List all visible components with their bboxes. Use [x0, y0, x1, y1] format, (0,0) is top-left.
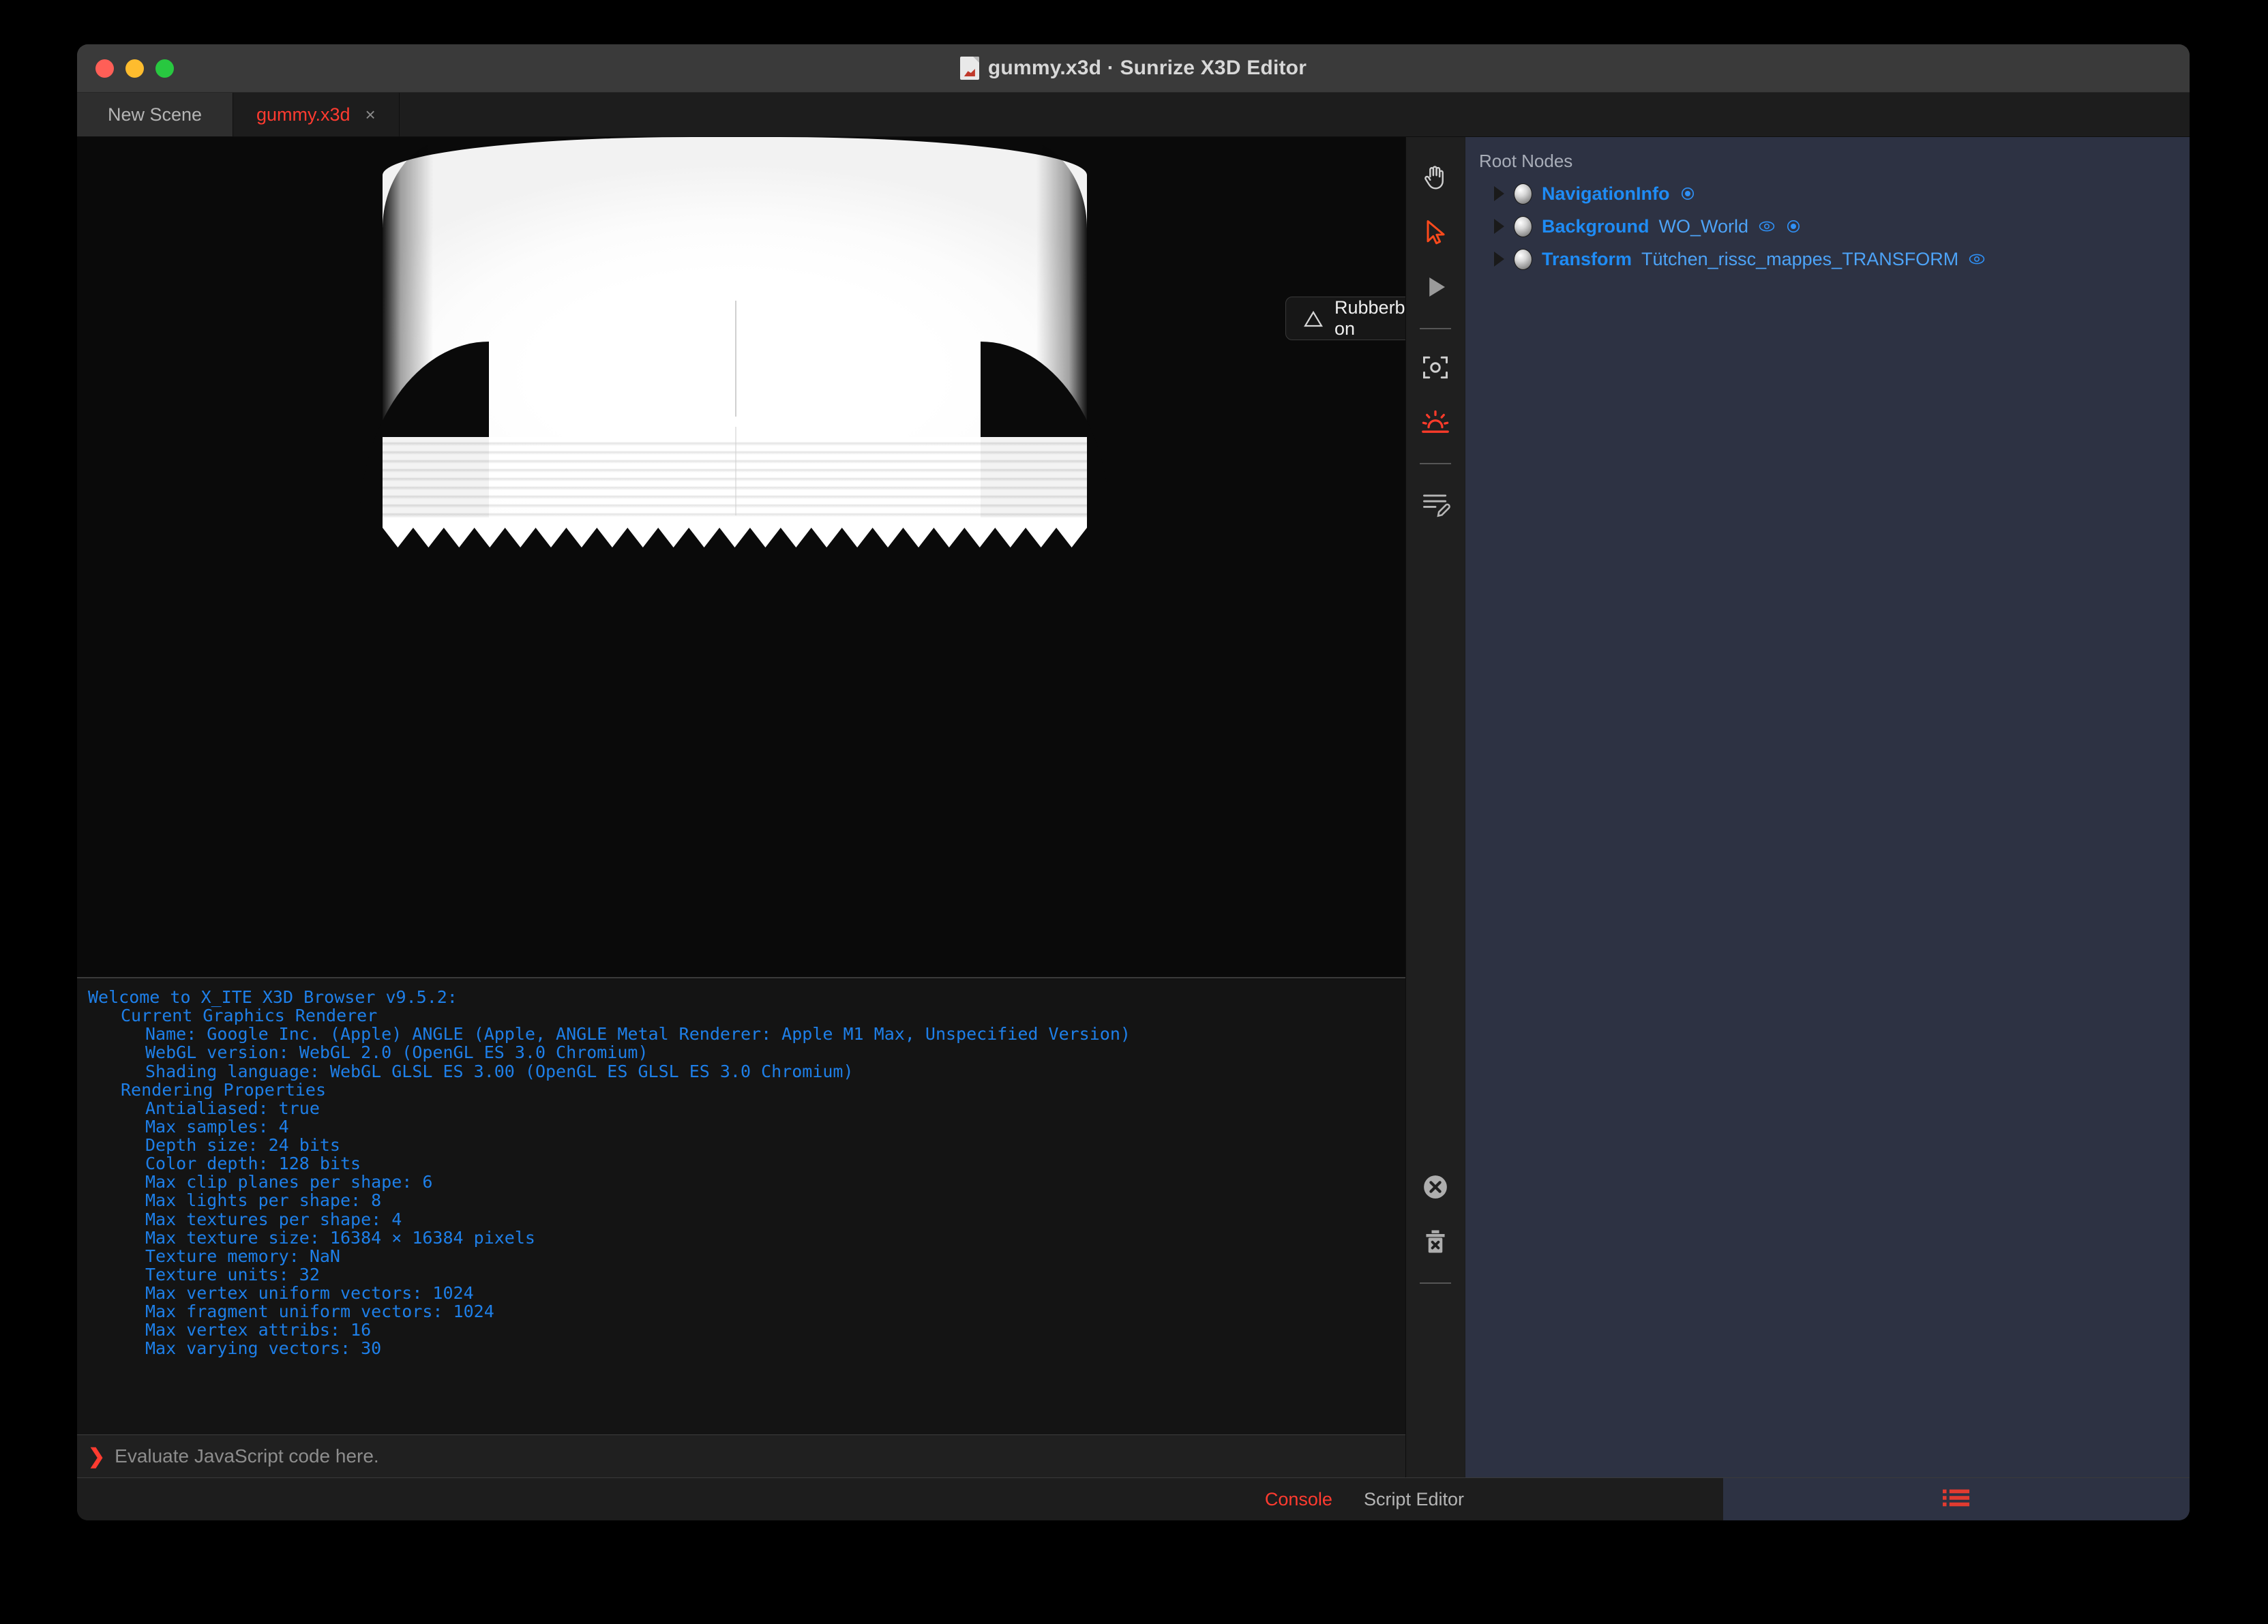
application-window: gummy.x3d · Sunrize X3D Editor New Scene… [77, 44, 2190, 1520]
node-name-label: WO_World [1658, 215, 1749, 237]
console-line: WebGL version: WebGL 2.0 (OpenGL ES 3.0 … [145, 1042, 648, 1063]
sunrise-icon[interactable] [1414, 400, 1457, 444]
bag-zigzag-edge [383, 517, 1087, 547]
console-output[interactable]: Welcome to X_ITE X3D Browser v9.5.2: Curr… [77, 977, 1405, 1434]
console-line: Antialiased: true [145, 1098, 320, 1118]
viewpoint-camera-icon[interactable] [1414, 346, 1457, 389]
rubberband-status-tooltip: Rubberband: on [1285, 297, 1405, 340]
javascript-eval-input[interactable]: Evaluate JavaScript code here. [115, 1445, 379, 1467]
gummy-bag-3d-model[interactable] [359, 137, 1110, 547]
prompt-chevron-icon: ❯ [88, 1445, 106, 1468]
play-icon[interactable] [1414, 265, 1457, 309]
list-view-icon[interactable] [1943, 1486, 1970, 1513]
tab-new-scene[interactable]: New Scene [77, 93, 233, 136]
eye-icon[interactable] [1758, 220, 1776, 233]
title-bar: gummy.x3d · Sunrize X3D Editor [77, 44, 2190, 93]
node-type-label: Background [1542, 215, 1650, 237]
eye-icon[interactable] [1968, 252, 1986, 266]
outline-header: Root Nodes [1479, 151, 1573, 171]
rubberband-label: Rubberband: on [1334, 297, 1405, 339]
outline-node-background[interactable]: Background WO_World [1482, 210, 2190, 243]
clear-console-icon[interactable] [1414, 1165, 1457, 1209]
outline-panel: Root Nodes NavigationInfo Background WO_… [1465, 137, 2190, 1477]
title-center-group: gummy.x3d · Sunrize X3D Editor [77, 57, 2190, 80]
console-line: Current Graphics Renderer [121, 1006, 378, 1026]
console-line: Shading language: WebGL GLSL ES 3.00 (Op… [145, 1061, 854, 1081]
tab-bar: New Scene gummy.x3d × [77, 93, 2190, 137]
console-line: Max lights per shape: 8 [145, 1190, 382, 1211]
hand-pan-icon[interactable] [1414, 156, 1457, 200]
x3d-viewport[interactable]: Rubberband: on [77, 137, 1405, 977]
traffic-lights [95, 59, 174, 78]
main-area: Rubberband: on Welcome to X_ITE X3D Brow… [77, 137, 2190, 1477]
maximize-window-button[interactable] [155, 59, 174, 78]
console-line: Texture units: 32 [145, 1264, 320, 1284]
console-line: Max vertex uniform vectors: 1024 [145, 1283, 474, 1303]
toolbar-separator [1420, 328, 1451, 329]
toolbar-separator [1420, 1282, 1451, 1284]
target-icon[interactable] [1680, 185, 1696, 202]
node-type-label: NavigationInfo [1542, 183, 1670, 204]
delete-trash-icon[interactable] [1414, 1220, 1457, 1263]
bag-center-seam [734, 301, 736, 417]
console-line: Texture memory: NaN [145, 1246, 340, 1266]
status-bar: Console Script Editor [77, 1477, 2190, 1520]
target-icon[interactable] [1785, 218, 1802, 235]
tab-gummy-x3d[interactable]: gummy.x3d × [233, 93, 400, 136]
console-line: Rendering Properties [121, 1079, 327, 1100]
node-sphere-icon [1514, 215, 1532, 237]
console-line: Max texture size: 16384 × 16384 pixels [145, 1227, 535, 1248]
console-line: Max varying vectors: 30 [145, 1338, 382, 1359]
disclosure-triangle-icon[interactable] [1494, 219, 1504, 234]
tab-close-icon[interactable]: × [365, 106, 376, 123]
node-type-label: Transform [1542, 248, 1632, 269]
disclosure-triangle-icon[interactable] [1494, 186, 1504, 201]
window-title: gummy.x3d · Sunrize X3D Editor [987, 57, 1307, 79]
console-line: Max fragment uniform vectors: 1024 [145, 1302, 494, 1322]
outline-tree: NavigationInfo Background WO_World Trans… [1465, 177, 2190, 275]
outline-node-transform[interactable]: Transform Tütchen_rissc_mappes_TRANSFORM [1482, 243, 2190, 275]
edit-lines-icon[interactable] [1414, 481, 1457, 524]
disclosure-triangle-icon[interactable] [1494, 252, 1504, 267]
x3d-document-icon [959, 57, 979, 80]
minimize-window-button[interactable] [125, 59, 144, 78]
viewport-tool-rail [1405, 137, 1465, 1477]
console-line: Max clip planes per shape: 6 [145, 1172, 433, 1192]
console-line: Depth size: 24 bits [145, 1135, 340, 1155]
status-tab-console[interactable]: Console [1265, 1489, 1332, 1510]
status-tab-script-editor[interactable]: Script Editor [1364, 1489, 1464, 1510]
toolbar-separator [1420, 463, 1451, 464]
outline-node-navigationinfo[interactable]: NavigationInfo [1482, 177, 2190, 210]
tool-rail-bottom-group [1406, 1165, 1465, 1300]
left-column: Rubberband: on Welcome to X_ITE X3D Brow… [77, 137, 1405, 1477]
javascript-eval-row[interactable]: ❯ Evaluate JavaScript code here. [77, 1434, 1405, 1477]
triangle-icon [1304, 310, 1323, 327]
close-window-button[interactable] [95, 59, 114, 78]
node-sphere-icon [1514, 248, 1532, 270]
console-line: Max textures per shape: 4 [145, 1209, 402, 1229]
status-bar-left: Console Script Editor [77, 1478, 1723, 1520]
console-lines: Welcome to X_ITE X3D Browser v9.5.2: Curr… [77, 988, 1405, 1358]
tab-label: gummy.x3d [256, 104, 350, 125]
console-line: Color depth: 128 bits [145, 1154, 361, 1174]
console-line: Welcome to X_ITE X3D Browser v9.5.2: [88, 987, 458, 1007]
node-sphere-icon [1514, 183, 1532, 205]
node-name-label: Tütchen_rissc_mappes_TRANSFORM [1641, 248, 1959, 269]
status-bar-right [1723, 1478, 2190, 1520]
arrow-select-icon[interactable] [1414, 211, 1457, 254]
console-line: Max vertex attribs: 16 [145, 1320, 372, 1340]
tab-label: New Scene [107, 104, 203, 125]
console-line: Max samples: 4 [145, 1116, 289, 1137]
console-line: Name: Google Inc. (Apple) ANGLE (Apple, … [145, 1024, 1131, 1044]
bag-lower-seam [734, 427, 736, 515]
